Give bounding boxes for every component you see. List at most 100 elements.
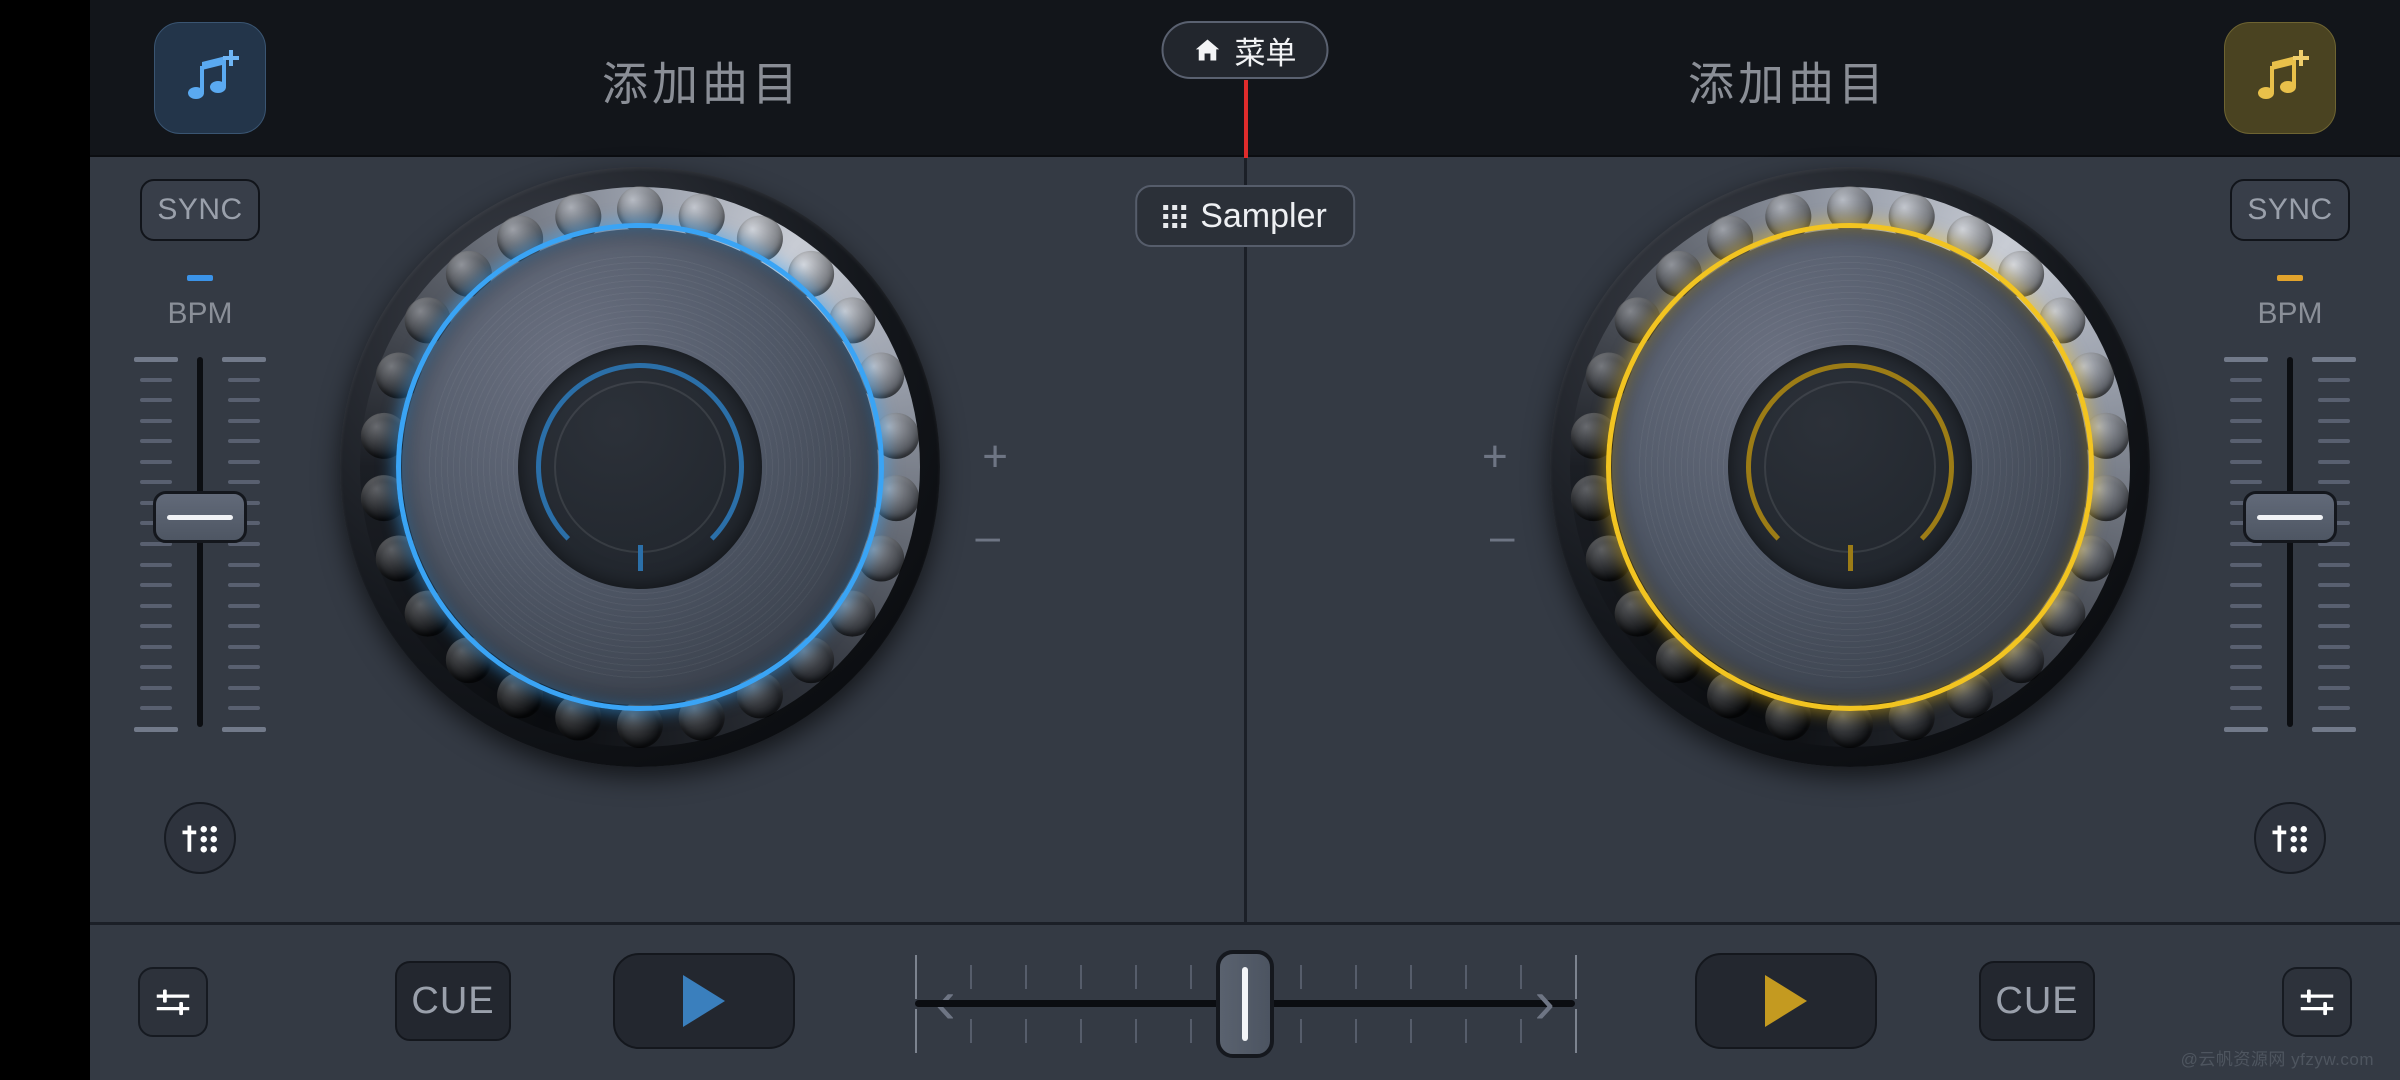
pitch-fader-tick xyxy=(2230,418,2262,423)
pitch-fader-tick xyxy=(2318,665,2350,670)
pitch-fader-tick xyxy=(2312,357,2356,362)
pitch-fader-tick xyxy=(2230,603,2262,608)
pitch-fader-tick xyxy=(140,644,172,649)
pitch-fader-knob-deck-b[interactable] xyxy=(2243,491,2337,543)
transport-bar: CUE ‹ › CUE xyxy=(90,922,2400,1080)
crossfader-tick xyxy=(970,1019,972,1043)
crossfader-tick xyxy=(1025,965,1027,989)
pads-button-deck-b[interactable] xyxy=(2254,802,2326,874)
pitch-fader-tick xyxy=(140,480,172,485)
pitch-fader-deck-b[interactable] xyxy=(2215,357,2365,732)
dj-app-window: 添加曲目 菜单 添加曲目 Sampler SYNC BPM + – + – SY… xyxy=(0,0,2400,1080)
pitch-fader-tick xyxy=(140,562,172,567)
pitch-fader-tick xyxy=(140,398,172,403)
pitch-fader-tick xyxy=(2230,398,2262,403)
crossfader-tick xyxy=(1575,1009,1577,1053)
pitch-fader-tick xyxy=(2318,480,2350,485)
music-note-plus-icon xyxy=(188,50,239,99)
pitch-fader-tick xyxy=(140,665,172,670)
pitch-fader-tick xyxy=(228,603,260,608)
crossfader-tick xyxy=(1300,1019,1302,1043)
pitch-fader-knob-deck-a[interactable] xyxy=(153,491,247,543)
pitch-fader-tick xyxy=(228,377,260,382)
pitch-fader-tick xyxy=(140,439,172,444)
crossfader-tick xyxy=(1355,965,1357,989)
crossfader-tick xyxy=(1080,1019,1082,1043)
pitch-fader-tick xyxy=(140,459,172,464)
menu-marker-line xyxy=(1244,80,1248,158)
play-button-deck-a[interactable] xyxy=(613,953,795,1049)
deck-b-title: 添加曲目 xyxy=(1688,58,1888,110)
crossfader-right-arrow[interactable]: › xyxy=(1534,971,1555,1034)
jog-wheel-deck-b[interactable]: + – xyxy=(1482,167,2150,767)
pitch-minus-mark-deck-b: – xyxy=(1490,512,1515,561)
crossfader-tick xyxy=(1135,965,1137,989)
crossfader-tick xyxy=(915,1009,917,1053)
music-note-plus-icon xyxy=(2258,50,2309,99)
load-track-button-deck-b[interactable] xyxy=(2224,22,2336,134)
app-stage: 添加曲目 菜单 添加曲目 Sampler SYNC BPM + – + – SY… xyxy=(90,0,2400,1080)
pads-icon xyxy=(182,825,217,853)
crossfader-tick xyxy=(1190,1019,1192,1043)
pitch-fader-tick xyxy=(228,644,260,649)
pitch-fader-deck-a[interactable] xyxy=(125,357,275,732)
menu-button[interactable]: 菜单 xyxy=(1161,21,1329,79)
watermark: @云帆资源网 yfzyw.com xyxy=(2180,1050,2374,1069)
pitch-fader-tick xyxy=(140,418,172,423)
pitch-minus-mark-deck-a: – xyxy=(975,512,1000,561)
deck-divider xyxy=(1244,157,1247,922)
play-button-deck-b[interactable] xyxy=(1695,953,1877,1049)
mixer-button-deck-a[interactable] xyxy=(138,967,208,1037)
pads-button-deck-a[interactable] xyxy=(164,802,236,874)
pitch-fader-tick xyxy=(228,562,260,567)
play-icon xyxy=(1765,975,1807,1027)
pitch-fader-tick xyxy=(2230,706,2262,711)
jog-wheel-deck-a[interactable]: + – xyxy=(340,167,1008,767)
pitch-fader-tick xyxy=(2230,624,2262,629)
crossfader-tick xyxy=(1300,965,1302,989)
crossfader[interactable] xyxy=(915,941,1577,1067)
crossfader-tick xyxy=(1575,955,1577,999)
jog-cue-marker xyxy=(638,545,643,571)
sampler-button[interactable]: Sampler xyxy=(1135,185,1355,247)
pitch-fader-tick xyxy=(228,459,260,464)
pitch-fader-tick xyxy=(222,727,266,732)
pitch-fader-tick xyxy=(228,583,260,588)
sampler-button-label: Sampler xyxy=(1200,196,1327,235)
bpm-label-deck-b: BPM xyxy=(2257,297,2323,330)
jog-inner-circle xyxy=(554,381,726,553)
pitch-fader-tick xyxy=(2230,685,2262,690)
pitch-fader-tick xyxy=(2230,480,2262,485)
cue-button-deck-b[interactable]: CUE xyxy=(1979,961,2095,1041)
pitch-fader-tick xyxy=(2318,562,2350,567)
mixer-button-deck-b[interactable] xyxy=(2282,967,2352,1037)
pitch-fader-tick xyxy=(2230,377,2262,382)
pitch-fader-tick xyxy=(2318,459,2350,464)
crossfader-tick xyxy=(1410,965,1412,989)
pitch-fader-tick xyxy=(2230,562,2262,567)
deck-b-side-column: SYNC BPM xyxy=(2200,157,2380,922)
pitch-fader-tick xyxy=(2318,644,2350,649)
eq-sliders-icon xyxy=(2300,989,2334,1016)
pitch-fader-tick xyxy=(222,357,266,362)
crossfader-tick xyxy=(1465,1019,1467,1043)
pitch-fader-tick xyxy=(228,398,260,403)
menu-button-label: 菜单 xyxy=(1234,35,1297,71)
sync-button-deck-a[interactable]: SYNC xyxy=(140,179,260,241)
crossfader-tick xyxy=(1520,1019,1522,1043)
pitch-fader-tick xyxy=(2318,685,2350,690)
pitch-fader-tick xyxy=(140,685,172,690)
pitch-fader-tick xyxy=(228,624,260,629)
cue-button-deck-a[interactable]: CUE xyxy=(395,961,511,1041)
pitch-fader-tick xyxy=(2318,624,2350,629)
play-icon xyxy=(683,975,725,1027)
pitch-plus-mark-deck-b: + xyxy=(1482,432,1508,481)
pitch-fader-tick xyxy=(2230,459,2262,464)
pitch-fader-tick xyxy=(2230,583,2262,588)
crossfader-knob[interactable] xyxy=(1216,950,1274,1058)
load-track-button-deck-a[interactable] xyxy=(154,22,266,134)
pitch-fader-tick xyxy=(228,706,260,711)
bpm-label-deck-a: BPM xyxy=(167,297,233,330)
sync-button-deck-b[interactable]: SYNC xyxy=(2230,179,2350,241)
left-black-bar xyxy=(0,0,90,1080)
